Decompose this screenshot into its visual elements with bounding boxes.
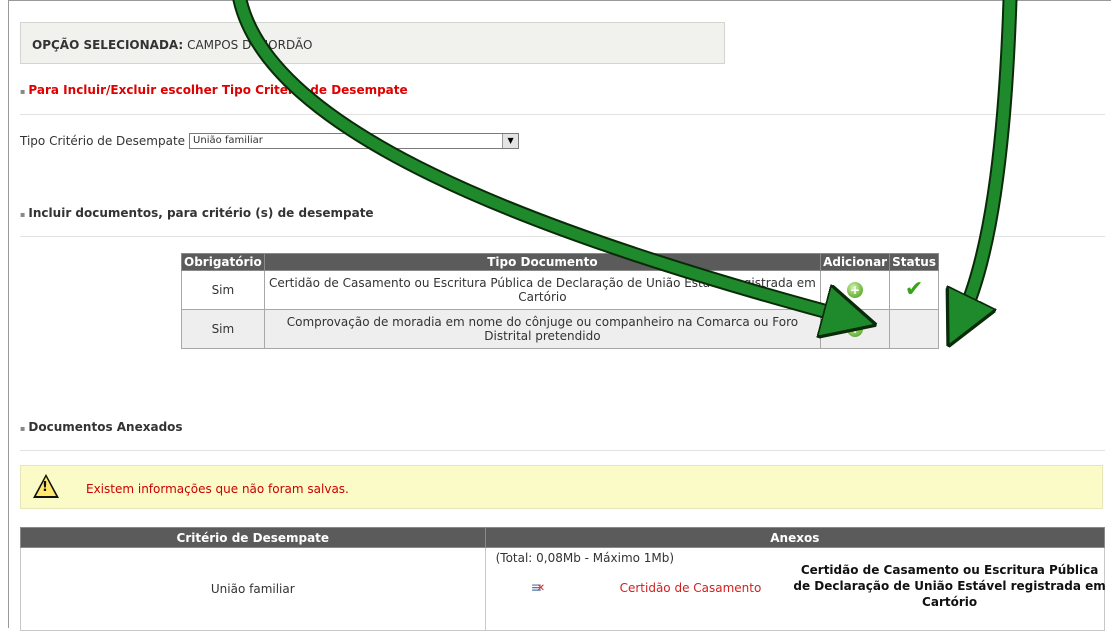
square-bullet-icon: ▪ [20, 424, 26, 433]
section-attached-title: ▪ Documentos Anexados [20, 420, 183, 434]
criterio-field-row: Tipo Critério de Desempate União familia… [20, 133, 520, 149]
separator [20, 236, 1105, 237]
section-include-docs-text: Incluir documentos, para critério (s) de… [28, 206, 374, 220]
square-bullet-icon: ▪ [20, 87, 26, 96]
dropdown-arrow-icon[interactable]: ▼ [502, 134, 519, 148]
cell-criterio: União familiar [20, 547, 486, 631]
add-plus-icon[interactable]: + [847, 282, 864, 298]
criterio-select-value: União familiar [193, 135, 263, 146]
unsaved-warning: ! Existem informações que não foram salv… [20, 465, 1103, 509]
header-tipo-documento: Tipo Documento [263, 253, 822, 271]
cell-tipo-documento: Certidão de Casamento ou Escritura Públi… [263, 270, 822, 310]
header-criterio: Critério de Desempate [20, 527, 486, 548]
criterio-field-label: Tipo Critério de Desempate [20, 134, 186, 148]
cell-tipo-documento: Comprovação de moradia em nome do cônjug… [263, 309, 822, 349]
add-plus-icon[interactable]: + [847, 321, 864, 337]
square-bullet-icon: ▪ [20, 210, 26, 219]
attached-table: Critério de Desempate Anexos União famil… [20, 527, 1106, 631]
attached-table-header: Critério de Desempate Anexos [20, 527, 1106, 548]
warning-exclamation: ! [42, 480, 48, 495]
header-status: Status [889, 253, 939, 271]
frame-top-border [8, 0, 1111, 1]
cell-obrigatorio: Sim [181, 309, 265, 349]
cell-adicionar: + [820, 270, 891, 310]
documents-table: Obrigatório Tipo Documento Adicionar Sta… [181, 253, 939, 349]
table-row: União familiar (Total: 0,08Mb - Máximo 1… [20, 547, 1106, 631]
selected-option-value: CAMPOS DO JORDÃO [187, 38, 313, 52]
section-attached-text: Documentos Anexados [28, 420, 183, 434]
separator [20, 114, 1105, 115]
remove-file-icon[interactable]: ≡ [531, 580, 545, 596]
total-size: (Total: 0,08Mb - Máximo 1Mb) [495, 551, 675, 565]
header-obrigatorio: Obrigatório [181, 253, 265, 271]
checkmark-icon: ✔ [904, 277, 924, 302]
separator [20, 450, 1105, 451]
header-anexos: Anexos [484, 527, 1106, 548]
table-row: Sim Certidão de Casamento ou Escritura P… [181, 270, 939, 310]
file-link[interactable]: Certidão de Casamento [620, 581, 762, 595]
section-include-docs-title: ▪ Incluir documentos, para critério (s) d… [20, 206, 374, 220]
cell-status: ✔ [889, 270, 939, 310]
table-row: Sim Comprovação de moradia em nome do cô… [181, 309, 939, 349]
warning-text: Existem informações que não foram salvas… [86, 482, 349, 496]
cell-adicionar: + [820, 309, 891, 349]
criterio-select[interactable]: União familiar ▼ [189, 133, 520, 149]
cell-obrigatorio: Sim [181, 270, 265, 310]
header-adicionar: Adicionar [820, 253, 891, 271]
cell-status [889, 309, 939, 349]
frame-left-border [8, 0, 9, 628]
annotation-arrow-right [952, 0, 1018, 330]
section-tiebreak-title: ▪ Para Incluir/Excluir escolher Tipo Crit… [20, 83, 408, 97]
cell-anexos: (Total: 0,08Mb - Máximo 1Mb) ≡ Certidão … [484, 547, 1106, 631]
file-description: Certidão de Casamento ou Escritura Públi… [793, 563, 1106, 609]
selected-option-box: OPÇÃO SELECIONADA: CAMPOS DO JORDÃO [20, 22, 725, 64]
documents-table-header: Obrigatório Tipo Documento Adicionar Sta… [181, 253, 939, 271]
selected-option-label: OPÇÃO SELECIONADA: [32, 38, 184, 52]
section-tiebreak-text: Para Incluir/Excluir escolher Tipo Crité… [28, 83, 408, 97]
